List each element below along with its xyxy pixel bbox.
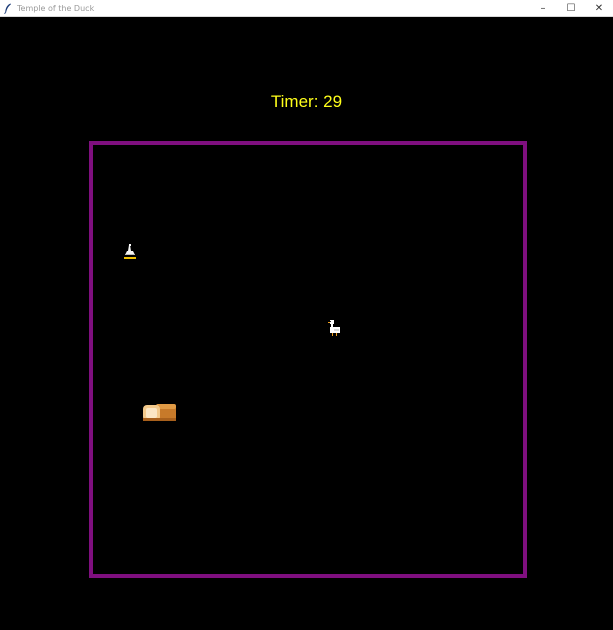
timer-label: Timer: [270, 92, 319, 111]
window-title: Temple of the Duck [17, 3, 95, 13]
arena-boundary [89, 141, 527, 578]
minimize-button[interactable]: – [529, 0, 557, 17]
hat-icon [122, 242, 138, 260]
timer-value: 29 [323, 92, 343, 111]
feather-icon [3, 2, 13, 14]
maximize-button[interactable]: ☐ [557, 0, 585, 17]
bread-icon [142, 401, 178, 423]
window-titlebar: Temple of the Duck – ☐ ✕ [0, 0, 613, 17]
timer-display: Timer: 29 [0, 92, 613, 112]
game-canvas[interactable]: Timer: 29 [0, 18, 613, 630]
window-controls: – ☐ ✕ [529, 0, 613, 17]
close-button[interactable]: ✕ [585, 0, 613, 17]
duck-icon [326, 319, 342, 337]
